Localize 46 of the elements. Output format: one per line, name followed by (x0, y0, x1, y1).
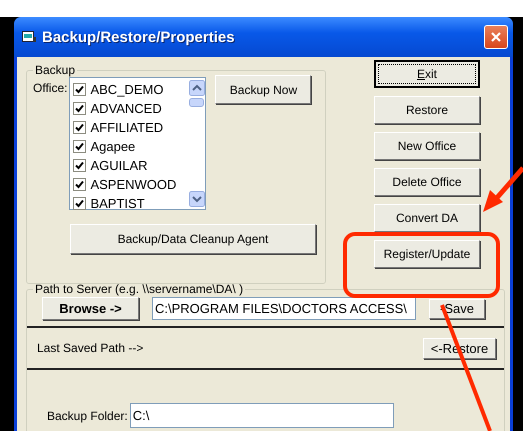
office-item[interactable]: BAPTIST (70, 194, 188, 213)
checkbox[interactable] (73, 102, 86, 115)
cleanup-agent-button[interactable]: Backup/Data Cleanup Agent (70, 224, 316, 254)
office-label: Office: (33, 81, 68, 95)
check-icon (75, 123, 84, 132)
backup-folder-label: Backup Folder: (47, 408, 128, 422)
check-icon (75, 199, 84, 208)
checkbox[interactable] (73, 197, 86, 210)
side-button[interactable]: Restore (374, 96, 480, 124)
side-button[interactable]: Exit (374, 60, 480, 88)
backup-folder-field[interactable]: C:\ (130, 403, 394, 428)
check-icon (75, 180, 84, 189)
close-icon (490, 31, 502, 43)
scroll-thumb[interactable] (189, 98, 204, 107)
office-item[interactable]: Agapee (70, 137, 188, 156)
last-saved-label: Last Saved Path --> (37, 341, 144, 355)
checkbox[interactable] (73, 83, 86, 96)
annotation-arrow (483, 166, 523, 212)
checkbox[interactable] (73, 159, 86, 172)
group-label: Path to Server (e.g. \\servername\DA\ ) (34, 282, 244, 296)
check-icon (75, 104, 84, 113)
check-icon (75, 161, 84, 170)
group-label: Backup (34, 63, 76, 77)
office-item[interactable]: ADVANCED (70, 99, 188, 118)
side-button[interactable]: Convert DA (374, 204, 480, 232)
window-icon (22, 31, 36, 43)
backup-now-button[interactable]: Backup Now (215, 75, 312, 104)
path-field[interactable]: C:\PROGRAM FILES\DOCTORS ACCESS\ (152, 297, 416, 320)
office-item[interactable]: AGUILAR (70, 156, 188, 175)
check-icon (75, 142, 84, 151)
checkbox[interactable] (73, 140, 86, 153)
side-button[interactable]: New Office (374, 132, 480, 160)
checkbox[interactable] (73, 178, 86, 191)
close-button[interactable] (484, 25, 508, 49)
scroll-down-icon[interactable] (189, 191, 206, 207)
side-button[interactable]: Register/Update (374, 240, 480, 268)
browse-button[interactable]: Browse -> (42, 297, 139, 320)
office-item[interactable]: ABC_DEMO (70, 80, 188, 99)
window-title: Backup/Restore/Properties (42, 28, 236, 46)
check-icon (75, 85, 84, 94)
scrollbar[interactable] (188, 78, 206, 209)
side-button[interactable]: Delete Office (374, 168, 480, 196)
scroll-up-icon[interactable] (189, 80, 206, 96)
office-item[interactable]: AFFILIATED (70, 118, 188, 137)
checkbox[interactable] (73, 121, 86, 134)
office-item[interactable]: ASPENWOOD (70, 175, 188, 194)
